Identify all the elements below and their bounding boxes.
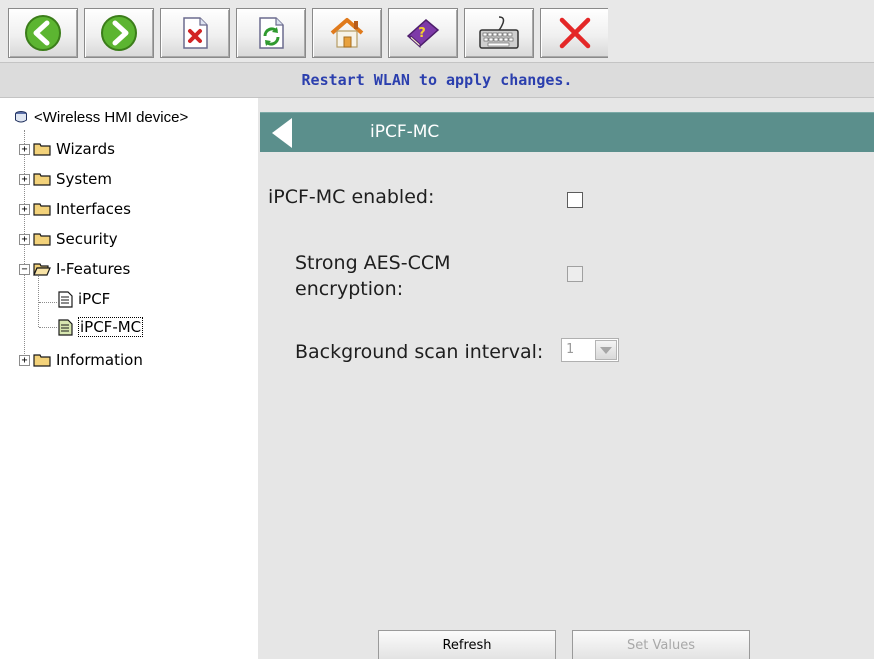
expand-toggle[interactable]: +	[19, 143, 30, 155]
delete-button[interactable]	[160, 8, 230, 58]
document-icon	[58, 318, 73, 336]
status-message: Restart WLAN to apply changes.	[301, 71, 573, 89]
toolbar-spacer	[608, 8, 874, 58]
keyboard-icon	[479, 16, 519, 49]
tree-connector	[38, 274, 39, 327]
document-icon	[58, 290, 73, 308]
toolbar: ?	[0, 0, 874, 62]
aes-encryption-label-line2: encryption:	[295, 278, 404, 300]
collapse-toggle[interactable]: −	[19, 263, 30, 275]
tree-item-security[interactable]: + Security	[19, 228, 118, 250]
refresh-button[interactable]: Refresh	[378, 630, 556, 659]
tree-item-label: Interfaces	[56, 200, 131, 218]
tree-item-ipcf-mc[interactable]: iPCF-MC	[58, 316, 144, 338]
tree-connector	[39, 302, 57, 303]
back-arrow-icon[interactable]	[272, 118, 292, 148]
tree-item-label: Security	[56, 230, 118, 248]
folder-icon	[33, 203, 51, 216]
navigation-tree: <Wireless HMI device> + Wizards + System…	[0, 98, 258, 659]
scan-interval-select[interactable]: 1	[561, 338, 619, 362]
chevron-down-icon	[600, 346, 612, 354]
back-arrow-icon	[25, 15, 61, 51]
folder-icon	[33, 143, 51, 156]
tree-item-system[interactable]: + System	[19, 168, 112, 190]
scan-interval-label: Background scan interval:	[295, 341, 544, 363]
tree-item-interfaces[interactable]: + Interfaces	[19, 198, 131, 220]
expand-toggle[interactable]: +	[19, 203, 30, 215]
scan-interval-value: 1	[566, 342, 574, 357]
tree-root[interactable]: <Wireless HMI device>	[14, 106, 188, 128]
forward-arrow-icon	[101, 15, 137, 51]
panel-title-bar: iPCF-MC	[260, 112, 874, 152]
tree-item-label: System	[56, 170, 112, 188]
refresh-button[interactable]	[236, 8, 306, 58]
set-values-button[interactable]: Set Values	[572, 630, 750, 659]
status-bar: Restart WLAN to apply changes.	[0, 62, 874, 98]
dropdown-button[interactable]	[595, 340, 617, 360]
close-icon	[559, 17, 591, 49]
tree-item-label: I-Features	[56, 260, 131, 278]
delete-document-icon	[183, 17, 208, 49]
aes-encryption-checkbox[interactable]	[567, 266, 583, 282]
help-button[interactable]: ?	[388, 8, 458, 58]
tree-item-label: iPCF	[78, 290, 111, 308]
svg-text:?: ?	[418, 26, 426, 41]
forward-button[interactable]	[84, 8, 154, 58]
tree-item-wizards[interactable]: + Wizards	[19, 138, 115, 160]
tree-item-ipcf[interactable]: iPCF	[58, 288, 110, 310]
aes-encryption-label-line1: Strong AES-CCM	[295, 252, 451, 274]
expand-toggle[interactable]: +	[19, 173, 30, 185]
tree-item-i-features[interactable]: − I-Features	[19, 258, 130, 280]
expand-toggle[interactable]: +	[19, 354, 30, 366]
folder-icon	[33, 354, 51, 367]
tree-root-label: <Wireless HMI device>	[34, 108, 189, 126]
tree-item-label: iPCF-MC	[78, 317, 144, 337]
tree-item-information[interactable]: + Information	[19, 349, 143, 371]
ipcf-mc-enabled-label: iPCF-MC enabled:	[268, 186, 435, 208]
help-book-icon: ?	[406, 19, 440, 49]
expand-toggle[interactable]: +	[19, 233, 30, 245]
home-button[interactable]	[312, 8, 382, 58]
refresh-document-icon	[259, 17, 284, 49]
close-button[interactable]	[540, 8, 610, 58]
keyboard-button[interactable]	[464, 8, 534, 58]
device-icon	[15, 111, 27, 123]
settings-panel: iPCF-MC iPCF-MC enabled: Strong AES-CCM …	[258, 98, 874, 659]
tree-item-label: Information	[56, 351, 143, 369]
back-button[interactable]	[8, 8, 78, 58]
tree-item-label: Wizards	[56, 140, 115, 158]
folder-icon	[33, 233, 51, 246]
tree-connector	[39, 327, 57, 328]
folder-icon	[33, 173, 51, 186]
open-folder-icon	[33, 263, 51, 276]
home-icon	[330, 18, 364, 48]
panel-title: iPCF-MC	[370, 122, 440, 142]
ipcf-mc-enabled-checkbox[interactable]	[567, 192, 583, 208]
